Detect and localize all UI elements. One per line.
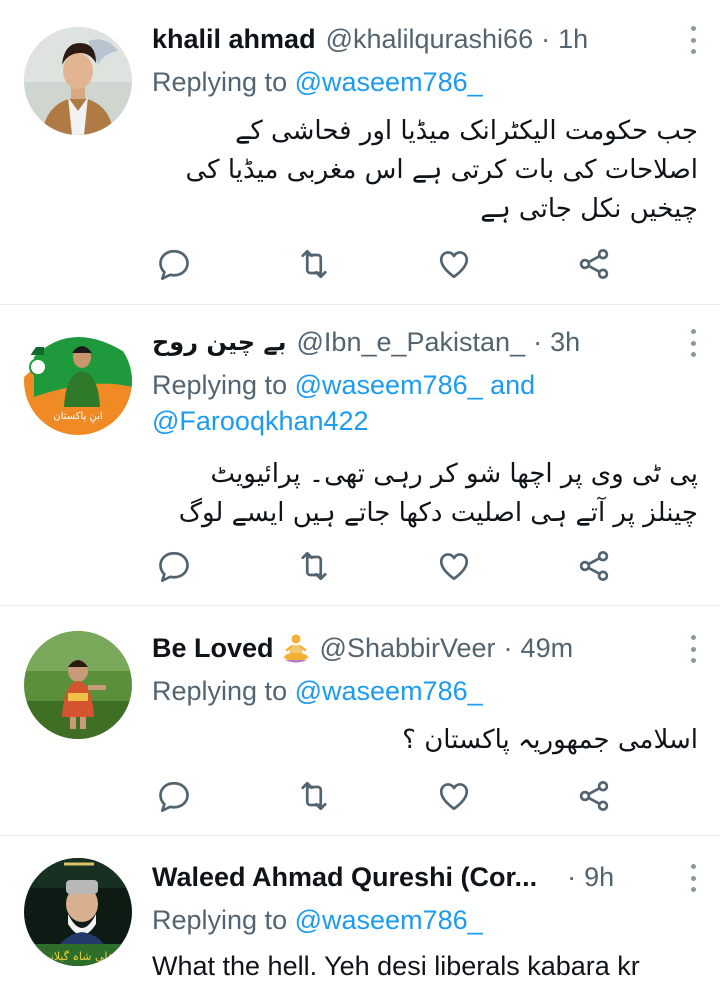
share-icon[interactable]	[576, 778, 612, 814]
reply-tweet[interactable]: ابنِ پاکستان بے چین روح @Ibn_e_Pakistan_…	[0, 305, 720, 606]
tweet-header: Waleed Ahmad Qureshi (Cor... · 9h	[152, 860, 614, 894]
replying-to-label: Replying to	[152, 676, 288, 706]
tweet-text: جب حکومت الیکٹرانک میڈیا اور فحاشی کے اص…	[185, 116, 699, 224]
mention-link[interactable]: @waseem786_	[295, 905, 483, 935]
display-name[interactable]: Be Loved	[152, 631, 274, 665]
person-in-lotus-position-icon	[283, 634, 308, 663]
separator-dot: ·	[533, 327, 543, 357]
svg-text:علی شاہ گیلانی: علی شاہ گیلانی	[42, 950, 115, 963]
more-options-icon[interactable]	[688, 26, 698, 54]
mention-link[interactable]: @Farooqkhan422	[152, 406, 369, 436]
avatar-image	[24, 631, 132, 739]
action-bar	[152, 778, 612, 814]
tweet-text: پی ٹی وی پر اچھا شو کر رہی تھی۔ پرائیویٹ…	[178, 459, 698, 528]
separator-dot: ·	[541, 24, 551, 54]
avatar-image: علی شاہ گیلانی	[24, 858, 132, 966]
tweet-header: بے چین روح @Ibn_e_Pakistan_ · 3h	[152, 325, 580, 359]
avatar[interactable]	[24, 631, 132, 739]
replying-to-label: Replying to	[152, 905, 288, 935]
reply-tweet[interactable]: علی شاہ گیلانی Waleed Ahmad Qureshi (Cor…	[0, 836, 720, 989]
separator-dot: ·	[567, 862, 577, 892]
user-handle[interactable]: @Ibn_e_Pakistan_	[297, 325, 526, 359]
display-name[interactable]: khalil ahmad	[152, 22, 316, 56]
action-bar	[152, 246, 612, 282]
replying-to-label: Replying to	[152, 67, 288, 97]
replying-to-line: Replying to @waseem786_	[152, 673, 698, 709]
replies-feed: khalil ahmad @khalilqurashi66 · 1h Reply…	[0, 0, 720, 989]
mention-link[interactable]: @waseem786_	[295, 67, 483, 97]
timestamp[interactable]: 1h	[558, 22, 588, 56]
reply-icon[interactable]	[156, 548, 192, 584]
timestamp[interactable]: 3h	[550, 325, 580, 359]
user-handle[interactable]: @ShabbirVeer	[320, 631, 496, 665]
reply-tweet[interactable]: Be Loved @ShabbirVeer · 49m Replying to …	[0, 606, 720, 836]
timestamp[interactable]: 9h	[584, 860, 614, 894]
mention-link[interactable]: @waseem786_	[295, 676, 483, 706]
retweet-icon[interactable]	[296, 778, 332, 814]
reply-icon[interactable]	[156, 246, 192, 282]
retweet-icon[interactable]	[296, 246, 332, 282]
tweet-text: اسلامی جمھوریہ پاکستان ؟	[402, 725, 698, 755]
more-options-icon[interactable]	[688, 329, 698, 357]
tweet-header: Be Loved @ShabbirVeer · 49m	[152, 631, 573, 665]
more-options-icon[interactable]	[688, 864, 698, 892]
avatar[interactable]: علی شاہ گیلانی	[24, 858, 132, 966]
display-name[interactable]: Waleed Ahmad Qureshi (Cor...	[152, 860, 537, 894]
mention-and: and	[490, 370, 536, 400]
more-options-icon[interactable]	[688, 635, 698, 663]
reply-tweet[interactable]: khalil ahmad @khalilqurashi66 · 1h Reply…	[0, 0, 720, 305]
replying-to-line: Replying to @waseem786_ and @Farooqkhan4…	[152, 367, 698, 439]
replying-to-line: Replying to @waseem786_	[152, 902, 698, 938]
like-icon[interactable]	[436, 778, 472, 814]
display-name[interactable]: بے چین روح	[152, 325, 287, 359]
like-icon[interactable]	[436, 246, 472, 282]
avatar[interactable]: ابنِ پاکستان	[24, 327, 132, 435]
timestamp[interactable]: 49m	[521, 631, 574, 665]
reply-icon[interactable]	[156, 778, 192, 814]
replying-to-label: Replying to	[152, 370, 288, 400]
avatar[interactable]	[24, 27, 132, 135]
replying-to-line: Replying to @waseem786_	[152, 64, 698, 100]
avatar-image: ابنِ پاکستان	[24, 327, 132, 435]
separator-dot: ·	[503, 633, 513, 663]
share-icon[interactable]	[576, 246, 612, 282]
tweet-header: khalil ahmad @khalilqurashi66 · 1h	[152, 22, 588, 56]
retweet-icon[interactable]	[296, 548, 332, 584]
user-handle[interactable]: @khalilqurashi66	[326, 22, 534, 56]
like-icon[interactable]	[436, 548, 472, 584]
tweet-text: What the hell. Yeh desi liberals kabara …	[152, 951, 640, 981]
mention-link[interactable]: @waseem786_	[295, 370, 483, 400]
share-icon[interactable]	[576, 548, 612, 584]
action-bar	[152, 548, 612, 584]
svg-text:ابنِ پاکستان: ابنِ پاکستان	[53, 411, 102, 424]
avatar-image	[24, 27, 132, 135]
